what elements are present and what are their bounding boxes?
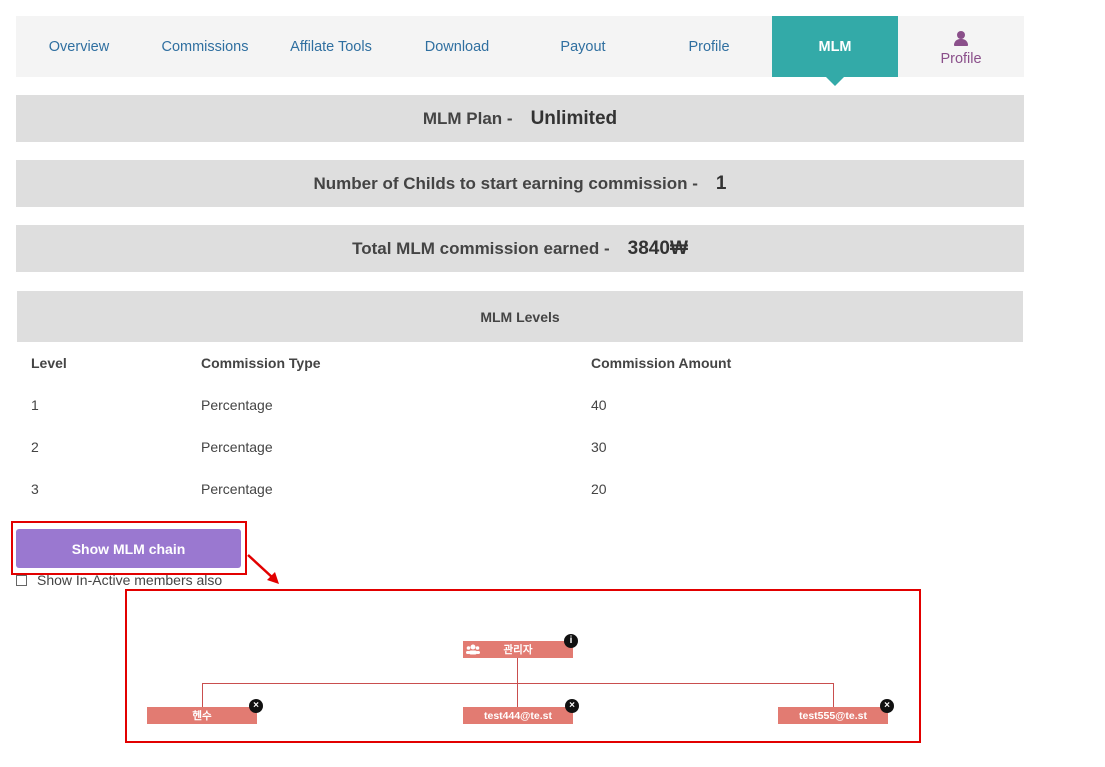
tab-mlm[interactable]: MLM [772, 16, 898, 86]
plan-value: Unlimited [530, 107, 618, 129]
tab-affiliate-tools[interactable]: Affilate Tools [268, 16, 394, 77]
plan-label: MLM Plan - [422, 108, 513, 128]
commission-amount-cell: 30 [591, 439, 607, 455]
column-header: Commission Type [201, 355, 321, 371]
mlm-plan-bar: MLM Plan - Unlimited [16, 95, 1024, 142]
childs-bar: Number of Childs to start earning commis… [16, 160, 1024, 207]
tab-label: Affilate Tools [290, 38, 372, 55]
node-label: 관리자 [503, 644, 533, 656]
table-row: 2 Percentage 30 [17, 426, 1023, 468]
tab-label: Commissions [161, 38, 249, 55]
levels-title: MLM Levels [480, 308, 560, 325]
tab-label: Download [424, 38, 490, 55]
childs-label: Number of Childs to start earning commis… [313, 173, 698, 193]
tab-user-profile[interactable]: Profile [898, 16, 1024, 77]
child-node[interactable]: test555@te.st [778, 707, 888, 724]
table-row: 1 Percentage 40 [17, 384, 1023, 426]
tree-connector [202, 683, 834, 684]
mlm-levels-heading: MLM Levels [17, 291, 1023, 342]
commission-type-cell: Percentage [201, 481, 273, 497]
total-commission-bar: Total MLM commission earned - 3840₩ [16, 225, 1024, 272]
tree-connector [833, 683, 834, 707]
node-label: test444@te.st [483, 709, 553, 722]
commission-amount-cell: 20 [591, 481, 607, 497]
tab-profile[interactable]: Profile [646, 16, 772, 77]
tab-overview[interactable]: Overview [16, 16, 142, 77]
tab-label: Payout [560, 38, 606, 55]
tab-commissions[interactable]: Commissions [142, 16, 268, 77]
commission-type-cell: Percentage [201, 439, 273, 455]
node-label: test555@te.st [798, 709, 868, 722]
button-label: Show MLM chain [71, 540, 186, 557]
commission-type-cell: Percentage [201, 397, 273, 413]
users-icon [466, 644, 480, 655]
tab-label: Profile [940, 50, 982, 67]
column-header: Commission Amount [591, 355, 732, 371]
childs-value: 1 [715, 172, 727, 194]
column-header: Level [31, 355, 67, 371]
level-cell: 2 [31, 439, 39, 455]
inactive-members-checkbox[interactable] [16, 574, 27, 586]
tree-connector [517, 683, 518, 707]
mlm-levels-table: Level Commission Type Commission Amount … [17, 342, 1023, 510]
child-node[interactable]: test444@te.st [463, 707, 573, 724]
inactive-members-label: Show In-Active members also [37, 572, 223, 588]
nav-tabs: Overview Commissions Affilate Tools Down… [16, 16, 1024, 86]
level-cell: 1 [31, 397, 39, 413]
commission-amount-cell: 40 [591, 397, 607, 413]
tree-connector [517, 658, 518, 684]
child-node[interactable]: 헨수 [147, 707, 257, 724]
tab-payout[interactable]: Payout [520, 16, 646, 77]
user-icon [954, 30, 968, 47]
tab-label: Profile [688, 38, 730, 55]
close-icon[interactable]: × [565, 699, 579, 713]
node-label: 헨수 [192, 710, 212, 722]
tree-connector [202, 683, 203, 707]
tab-label: Overview [48, 38, 110, 55]
level-cell: 3 [31, 481, 39, 497]
total-value: 3840₩ [627, 237, 688, 259]
tab-download[interactable]: Download [394, 16, 520, 77]
tab-label: MLM [818, 38, 852, 55]
table-row: 3 Percentage 20 [17, 468, 1023, 510]
table-header-row: Level Commission Type Commission Amount [17, 342, 1023, 384]
inactive-members-option: Show In-Active members also [16, 572, 222, 588]
close-icon[interactable]: × [880, 699, 894, 713]
total-label: Total MLM commission earned - [352, 238, 610, 258]
annotation-arrow-icon [247, 554, 279, 584]
root-node[interactable]: 관리자 [463, 641, 573, 658]
show-mlm-chain-button[interactable]: Show MLM chain [16, 529, 241, 568]
info-icon[interactable]: i [564, 634, 578, 648]
close-icon[interactable]: × [249, 699, 263, 713]
